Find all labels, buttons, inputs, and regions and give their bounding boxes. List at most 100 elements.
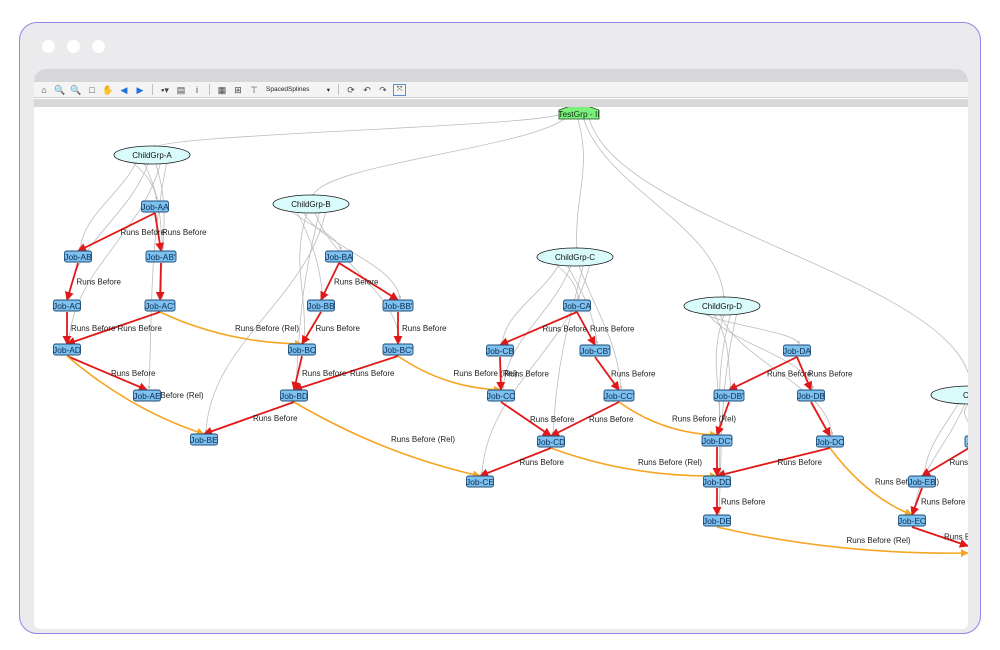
runs-before-rel-edge[interactable] (716, 526, 968, 558)
edge-label: Runs Before (589, 415, 634, 424)
job-node-EB[interactable]: Job-EB (908, 475, 936, 488)
membership-edge (204, 209, 327, 434)
zoom-in-icon[interactable]: 🔍 (54, 84, 66, 96)
back-icon[interactable]: ◀ (118, 84, 130, 96)
edge-label: Runs Before (77, 278, 122, 287)
job-node-label: Job-BC' (383, 345, 413, 355)
group-node-gE[interactable]: Chi (930, 385, 968, 405)
edge-label: Runs Before (543, 325, 588, 334)
job-node-DA[interactable]: Job-DA (783, 344, 811, 357)
job-node-label: Job-CB (486, 346, 514, 356)
job-node-CD[interactable]: Job-CD (537, 435, 565, 448)
membership-edge (147, 160, 168, 390)
maximize-window-icon[interactable] (92, 40, 105, 53)
job-node-ABp[interactable]: Job-AB' (145, 250, 177, 263)
edge-label: Runs Before (944, 533, 968, 542)
job-node-label: Job-CA (563, 301, 591, 311)
job-node-AC[interactable]: Job-AC (53, 299, 81, 312)
title-strip (34, 69, 968, 82)
zoom-out-icon[interactable]: 🔍 (70, 84, 82, 96)
job-node-label: Job-CE (466, 477, 494, 487)
job-node-DB[interactable]: Job-DB (797, 389, 825, 402)
job-node-CA[interactable]: Job-CA (563, 299, 591, 312)
job-node-label: Job-CD (537, 437, 565, 447)
job-node-EA[interactable]: J (964, 435, 968, 448)
job-node-label: J (967, 437, 968, 447)
edge-label: Runs Before (767, 370, 812, 379)
runs-before-edge[interactable] (291, 355, 303, 391)
job-node-EC[interactable]: Job-EC (898, 514, 926, 527)
save-icon[interactable]: ▪▾ (159, 84, 171, 96)
toolbar-separator (152, 84, 153, 95)
undo-icon[interactable]: ↶ (361, 84, 373, 96)
select-box-icon[interactable]: □ (86, 84, 98, 96)
job-node-CBp[interactable]: Job-CB' (579, 344, 611, 357)
membership-edge (130, 160, 158, 201)
graph-canvas[interactable]: Runs Before Runs Before Runs Before Runs Be… (34, 102, 968, 629)
job-node-BD[interactable]: Job-BD (280, 389, 308, 402)
job-node-CE[interactable]: Job-CE (466, 475, 494, 488)
edge-label: Runs Before (111, 369, 156, 378)
forward-icon[interactable]: ▶ (134, 84, 146, 96)
job-node-DE[interactable]: Job-DE (703, 514, 731, 527)
group-node-gD[interactable]: ChildGrp-D (683, 296, 761, 316)
job-node-BC[interactable]: Job-BC (288, 343, 316, 356)
edge-label: Runs Before (121, 228, 166, 237)
close-window-icon[interactable] (42, 40, 55, 53)
hierarchy-icon[interactable]: ⊞ (232, 84, 244, 96)
layout-select-value: SpacedSplines (266, 86, 310, 93)
info-icon[interactable]: i (191, 84, 203, 96)
job-node-BB[interactable]: Job-BB (307, 299, 335, 312)
root-node-label: TestGrp - II (558, 109, 599, 119)
layout-grid-icon[interactable]: ▦ (216, 84, 228, 96)
job-node-ACp[interactable]: Job-AC' (144, 299, 176, 312)
fit-view-icon[interactable]: ⤧ (393, 83, 406, 96)
refresh-layout-icon[interactable]: ⟳ (345, 84, 357, 96)
job-node-label: Job-BE (190, 435, 218, 445)
pan-hand-icon[interactable]: ✋ (102, 84, 114, 96)
job-node-CB[interactable]: Job-CB (486, 344, 514, 357)
minimize-window-icon[interactable] (67, 40, 80, 53)
edge-label: Runs Before (Rel) (391, 435, 455, 444)
group-node-gB[interactable]: ChildGrp-B (272, 194, 350, 214)
edge-label: Runs Before (350, 369, 395, 378)
runs-before-edge[interactable] (155, 262, 165, 301)
job-node-DC[interactable]: Job-DC (816, 435, 844, 448)
job-node-AB[interactable]: Job-AB (64, 250, 92, 263)
job-node-BA[interactable]: Job-BA (325, 250, 353, 263)
job-node-BCp[interactable]: Job-BC' (382, 343, 414, 356)
job-node-label: Job-DA (783, 346, 811, 356)
job-node-CCp[interactable]: Job-CC' (603, 389, 635, 402)
layout-select[interactable]: SpacedSplines ▾ (264, 86, 332, 94)
redo-icon[interactable]: ↷ (377, 84, 389, 96)
edge-label: Runs Before (921, 498, 966, 507)
job-node-label: Job-BA (325, 252, 353, 262)
edge-label: Runs Before (530, 415, 575, 424)
toolbar-separator (209, 84, 210, 95)
job-node-label: Job-BC (288, 345, 316, 355)
edge-label: Runs Before (253, 414, 298, 423)
dependency-graph[interactable]: Runs Before Runs Before Runs Before Runs Be… (34, 102, 968, 629)
filter-icon[interactable]: ⊤ (248, 84, 260, 96)
job-node-DD[interactable]: Job-DD (703, 475, 731, 488)
home-icon[interactable]: ⌂ (38, 84, 50, 96)
root-node[interactable]: TestGrp - II (558, 102, 600, 120)
membership-edge (153, 112, 565, 149)
group-node-gA[interactable]: ChildGrp-A (113, 145, 191, 165)
job-node-DCp[interactable]: Job-DC' (701, 434, 733, 447)
job-node-AE[interactable]: Job-AE (133, 389, 161, 402)
job-node-BBp[interactable]: Job-BB' (382, 299, 414, 312)
job-node-DBp[interactable]: Job-DB' (713, 389, 745, 402)
group-node-label: ChildGrp-A (132, 151, 172, 160)
group-node-gC[interactable]: ChildGrp-C (536, 247, 614, 267)
print-icon[interactable]: ▤ (175, 84, 187, 96)
membership-edge (587, 112, 968, 374)
job-node-AD[interactable]: Job-AD (53, 343, 81, 356)
job-node-label: Job-DB (797, 391, 825, 401)
job-node-AA[interactable]: Job-AA (141, 200, 169, 213)
job-node-BE[interactable]: Job-BE (190, 433, 218, 446)
membership-edge (294, 209, 321, 390)
job-node-label: Job-CB' (580, 346, 610, 356)
status-strip (34, 99, 968, 107)
job-node-CC[interactable]: Job-CC (487, 389, 515, 402)
